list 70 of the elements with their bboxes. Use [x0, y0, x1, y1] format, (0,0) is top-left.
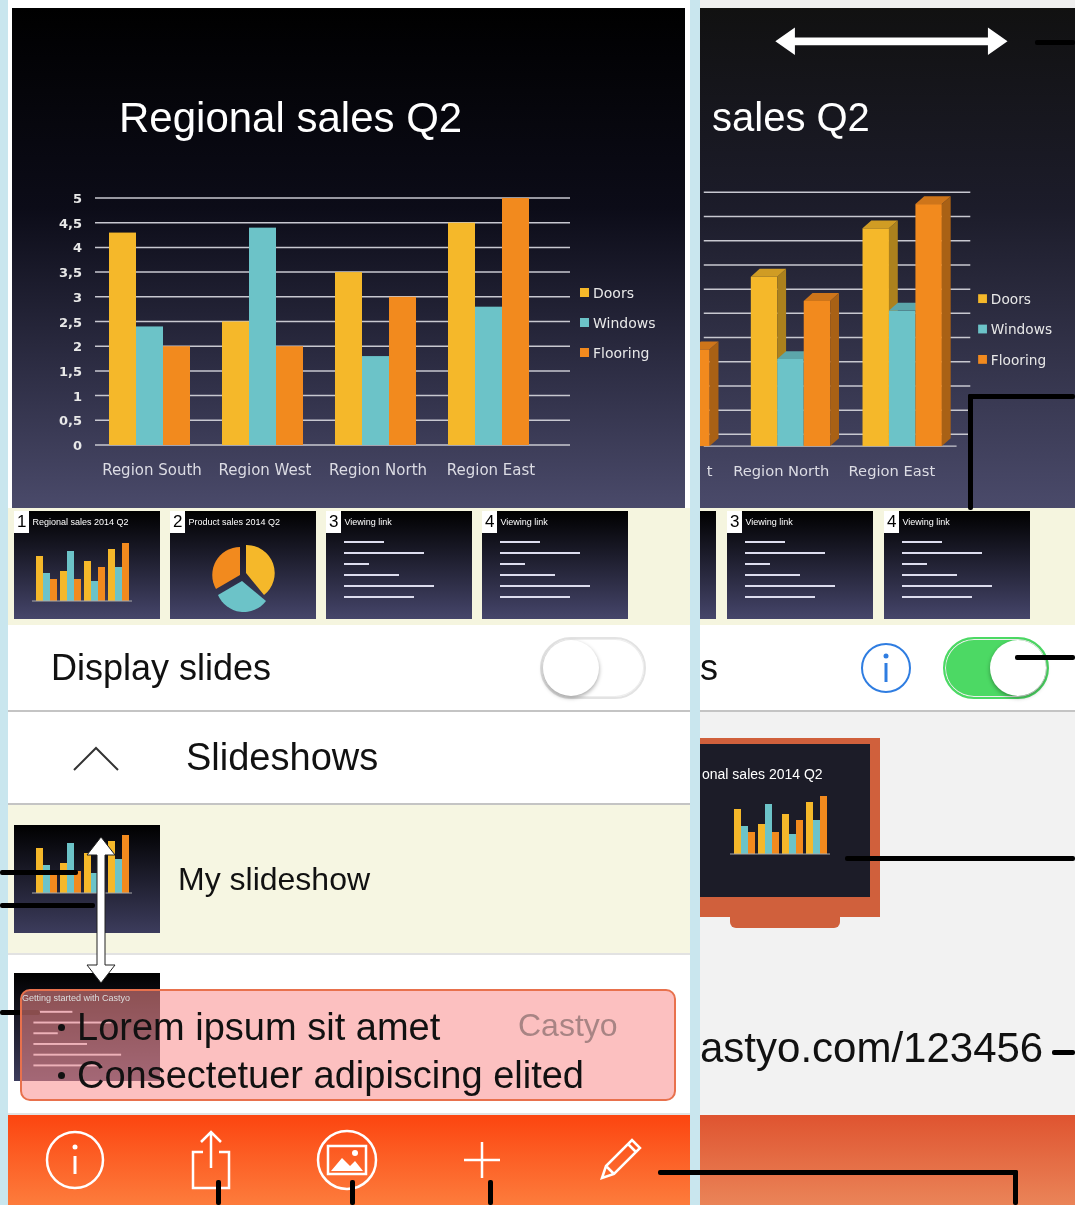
- leader-line: [1052, 1050, 1075, 1055]
- legend-label: Flooring: [593, 345, 650, 361]
- axis-tick-label: 2,5: [58, 314, 82, 330]
- image-icon[interactable]: [314, 1128, 379, 1192]
- thumbnail-title: Viewing link: [500, 516, 548, 527]
- slide-number: 4: [482, 511, 498, 533]
- slide-thumbnail[interactable]: 3 Viewing link: [727, 511, 873, 619]
- info-icon[interactable]: [43, 1128, 107, 1192]
- slide-thumbnail[interactable]: 2 Product sales 2014 Q2: [170, 511, 316, 619]
- axis-category-label: Region West: [218, 461, 312, 479]
- axis-tick-label: 3,5: [58, 265, 82, 281]
- legend-label: Windows: [990, 321, 1053, 338]
- slide-thumbnail[interactable]: [700, 511, 716, 619]
- axis-tick-label: 1: [72, 388, 82, 404]
- slide-number: 2: [170, 511, 186, 533]
- leader-line: [350, 1180, 355, 1205]
- slideshow-item[interactable]: My slideshow: [8, 805, 690, 955]
- legend-swatch: [978, 294, 987, 304]
- info-icon[interactable]: [859, 641, 912, 694]
- leader-line: [0, 1010, 40, 1015]
- slide-number: 1: [14, 511, 30, 533]
- axis-tick-label: 1,5: [58, 363, 82, 379]
- bullet-icon: [58, 1023, 65, 1031]
- axis-category-label: Region North: [733, 462, 830, 480]
- leader-line: [1015, 655, 1075, 660]
- leader-line: [216, 1180, 221, 1205]
- thumbnail-title: Product sales 2014 Q2: [188, 516, 281, 527]
- slide-thumbnail[interactable]: 3 Viewing link: [326, 511, 472, 619]
- slideshow-title: My slideshow: [178, 860, 371, 898]
- slide-thumbnail[interactable]: 4 Viewing link: [482, 511, 628, 619]
- toggle-switch[interactable]: [540, 636, 646, 699]
- slide-title: onal sales 2014 Q2: [701, 765, 824, 784]
- slide-number: 3: [727, 511, 743, 533]
- legend-label: Flooring: [990, 351, 1047, 368]
- legend-label: Doors: [593, 285, 634, 301]
- axis-tick-label: 4,5: [58, 215, 82, 231]
- slide-number: 3: [326, 511, 342, 533]
- row-label: Display slides: [51, 646, 272, 689]
- axis-category-label: Region North: [328, 461, 428, 479]
- axis-tick-label: 4: [72, 240, 82, 256]
- axis-tick-label: 5: [72, 191, 82, 206]
- axis-category-label: Region South: [102, 461, 202, 479]
- legend-label: Doors: [990, 291, 1031, 308]
- thumbnail-title: Getting started with Castyo: [21, 992, 132, 1003]
- section-label: Slideshows: [186, 736, 379, 779]
- link-url[interactable]: astyo.com/123456: [700, 1024, 1075, 1072]
- thumbnail-title: Regional sales 2014 Q2: [32, 516, 129, 527]
- axis-category-label: Region East: [848, 462, 936, 480]
- legend-swatch: [978, 324, 987, 334]
- slide-thumbnail[interactable]: 4 Viewing link: [884, 511, 1030, 619]
- slide-title: Regional sales Q2: [118, 93, 464, 143]
- thumbnail-title: Viewing link: [344, 516, 392, 527]
- thumbnail-title: Viewing link: [745, 516, 793, 527]
- slideshow-title: Castyo: [518, 1007, 618, 1044]
- thumbnail-title: Viewing link: [902, 516, 950, 527]
- bullet-icon: [58, 1071, 65, 1079]
- legend-label: Windows: [593, 315, 656, 331]
- leader-line: [488, 1180, 493, 1205]
- slide-thumbnail[interactable]: 1 Regional sales 2014 Q2: [14, 511, 160, 619]
- row-label: s: [700, 646, 718, 689]
- axis-tick-label: 3: [72, 289, 82, 305]
- axis-category-label: Region East: [446, 461, 536, 479]
- axis-tick-label: 0: [72, 438, 82, 453]
- legend-swatch: [978, 355, 987, 364]
- axis-tick-label: 2: [72, 339, 82, 355]
- slide-title: sales Q2: [711, 94, 871, 142]
- axis-tick-label: 0,5: [58, 413, 82, 429]
- callout-text: Consectetuer adipiscing elited: [77, 1053, 584, 1097]
- slide-number: 4: [884, 511, 900, 533]
- axis-category-label: t: [706, 462, 713, 480]
